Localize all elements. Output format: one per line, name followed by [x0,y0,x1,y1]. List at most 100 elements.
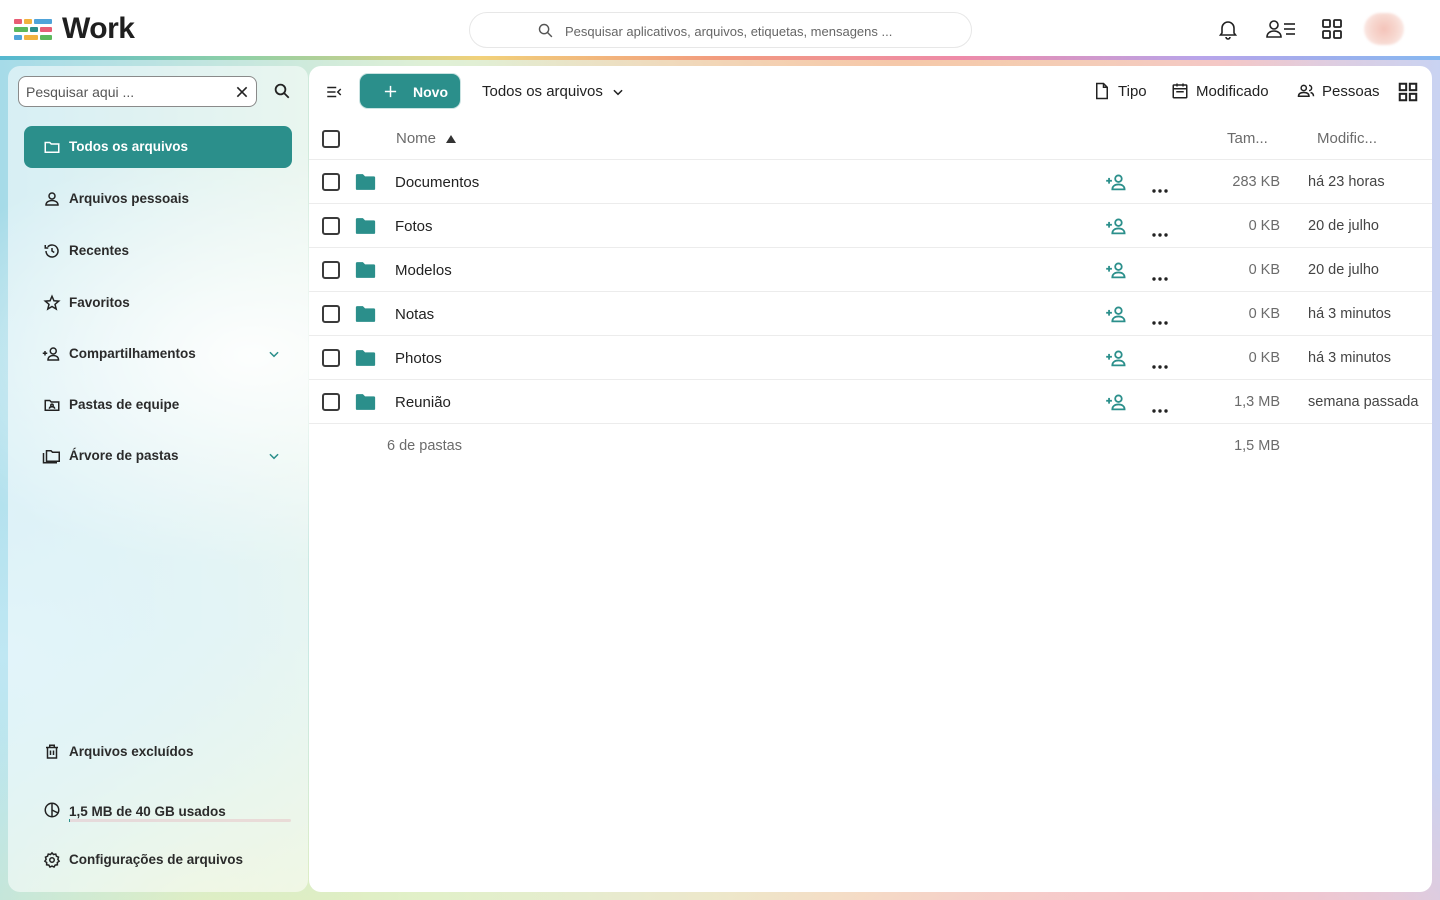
filter-label: Tipo [1118,82,1147,100]
new-button[interactable]: Novo [360,74,460,108]
notifications-icon[interactable] [1216,17,1240,41]
folder-icon-wrap [355,173,376,196]
file-name[interactable]: Fotos [395,218,433,235]
search-icon [538,23,553,38]
sidebar: Todos os arquivos Arquivos pessoais Rece… [8,66,308,892]
table-header: Nome Tam... Modific... [309,118,1432,160]
folder-icon-wrap [355,261,376,284]
app-name: Work [62,12,135,45]
table-row[interactable]: Photos 0 KB há 3 minutos [309,336,1432,380]
storage-quota[interactable]: 1,5 MB de 40 GB usados [24,789,292,831]
apps-grid-icon[interactable] [1320,17,1344,41]
table-row[interactable]: Documentos 283 KB há 23 horas [309,160,1432,204]
row-checkbox[interactable] [322,217,340,235]
grid-view-icon[interactable] [1397,81,1419,103]
file-size: 0 KB [1248,218,1280,234]
filter-label: Pessoas [1322,82,1380,100]
column-name[interactable]: Nome [396,130,457,147]
chevron-down-icon[interactable] [267,347,281,361]
more-options-button[interactable] [1152,312,1168,330]
folder-count: 6 de pastas [387,438,462,454]
filter-modified[interactable]: Modificado [1171,82,1269,100]
avatar[interactable] [1364,13,1404,45]
folder-icon [355,394,376,410]
sidebar-item-favorites[interactable]: Favoritos [24,282,292,324]
sidebar-item-label: Arquivos excluídos [69,744,194,759]
table-row[interactable]: Notas 0 KB há 3 minutos [309,292,1432,336]
more-options-button[interactable] [1152,356,1168,374]
sidebar-item-shares[interactable]: Compartilhamentos [24,333,292,375]
star-icon [43,294,61,311]
plus-icon [384,85,397,98]
share-button[interactable] [1105,261,1127,284]
share-button[interactable] [1105,393,1127,416]
row-checkbox[interactable] [322,349,340,367]
global-search[interactable] [469,12,972,48]
file-name[interactable]: Photos [395,350,442,367]
more-options-icon [1152,365,1168,369]
history-icon [44,244,59,258]
breadcrumb[interactable]: Todos os arquivos [482,83,625,100]
select-all-checkbox[interactable] [322,130,340,148]
more-options-button[interactable] [1152,268,1168,286]
app-logo[interactable]: Work [14,12,135,45]
file-name[interactable]: Modelos [395,262,452,279]
share-button[interactable] [1105,173,1127,196]
row-checkbox[interactable] [322,261,340,279]
total-size: 1,5 MB [1234,438,1280,454]
chevron-down-icon[interactable] [267,449,281,463]
file-name[interactable]: Reunião [395,394,451,411]
share-button[interactable] [1105,305,1127,328]
folder-icon-wrap [355,217,376,240]
sidebar-item-team-folders[interactable]: Pastas de equipe [24,384,292,426]
sidebar-item-personal-files[interactable]: Arquivos pessoais [24,178,292,220]
column-name-label: Nome [396,130,437,147]
filter-people[interactable]: Pessoas [1297,82,1380,100]
sidebar-item-folder-tree[interactable]: Árvore de pastas [24,435,292,477]
new-button-label: Novo [413,84,448,100]
share-button[interactable] [1105,217,1127,240]
close-icon[interactable] [234,84,250,100]
file-name[interactable]: Notas [395,306,434,323]
gear-icon [43,851,61,869]
row-checkbox[interactable] [322,393,340,411]
pie-chart-icon [44,802,60,818]
file-size: 0 KB [1248,350,1280,366]
sidebar-search-input[interactable] [26,83,221,101]
contacts-icon[interactable] [1265,17,1297,41]
table-summary: 6 de pastas 1,5 MB [309,424,1432,468]
sidebar-search[interactable] [18,76,257,107]
folder-icon [355,350,376,366]
breadcrumb-current: Todos os arquivos [482,83,603,100]
table-row[interactable]: Reunião 1,3 MB semana passada [309,380,1432,424]
file-list-panel: Novo Todos os arquivos Tipo Modificado P… [309,66,1432,892]
more-options-button[interactable] [1152,224,1168,242]
row-checkbox[interactable] [322,173,340,191]
file-modified: 20 de julho [1308,218,1379,234]
sidebar-toggle-icon[interactable] [325,83,343,101]
column-modified[interactable]: Modific... [1317,130,1377,147]
more-options-button[interactable] [1152,400,1168,418]
user-icon [45,192,59,206]
more-options-button[interactable] [1152,180,1168,198]
sidebar-item-file-settings[interactable]: Configurações de arquivos [24,839,292,881]
share-button[interactable] [1105,349,1127,372]
file-size: 0 KB [1248,262,1280,278]
row-checkbox[interactable] [322,305,340,323]
search-icon[interactable] [273,82,291,100]
table-row[interactable]: Fotos 0 KB 20 de julho [309,204,1432,248]
sidebar-item-label: Pastas de equipe [69,397,180,412]
share-user-icon [1106,394,1126,411]
column-size[interactable]: Tam... [1227,130,1268,147]
filter-type[interactable]: Tipo [1093,82,1147,100]
file-modified: há 3 minutos [1308,350,1392,366]
global-search-input[interactable] [565,21,955,41]
table-row[interactable]: Modelos 0 KB 20 de julho [309,248,1432,292]
sidebar-item-deleted-files[interactable]: Arquivos excluídos [24,731,292,773]
sidebar-item-recent[interactable]: Recentes [24,230,292,272]
sidebar-item-all-files[interactable]: Todos os arquivos [24,126,292,168]
file-size: 1,3 MB [1234,394,1280,410]
folder-icon [355,306,376,322]
file-name[interactable]: Documentos [395,174,479,191]
more-options-icon [1152,409,1168,413]
